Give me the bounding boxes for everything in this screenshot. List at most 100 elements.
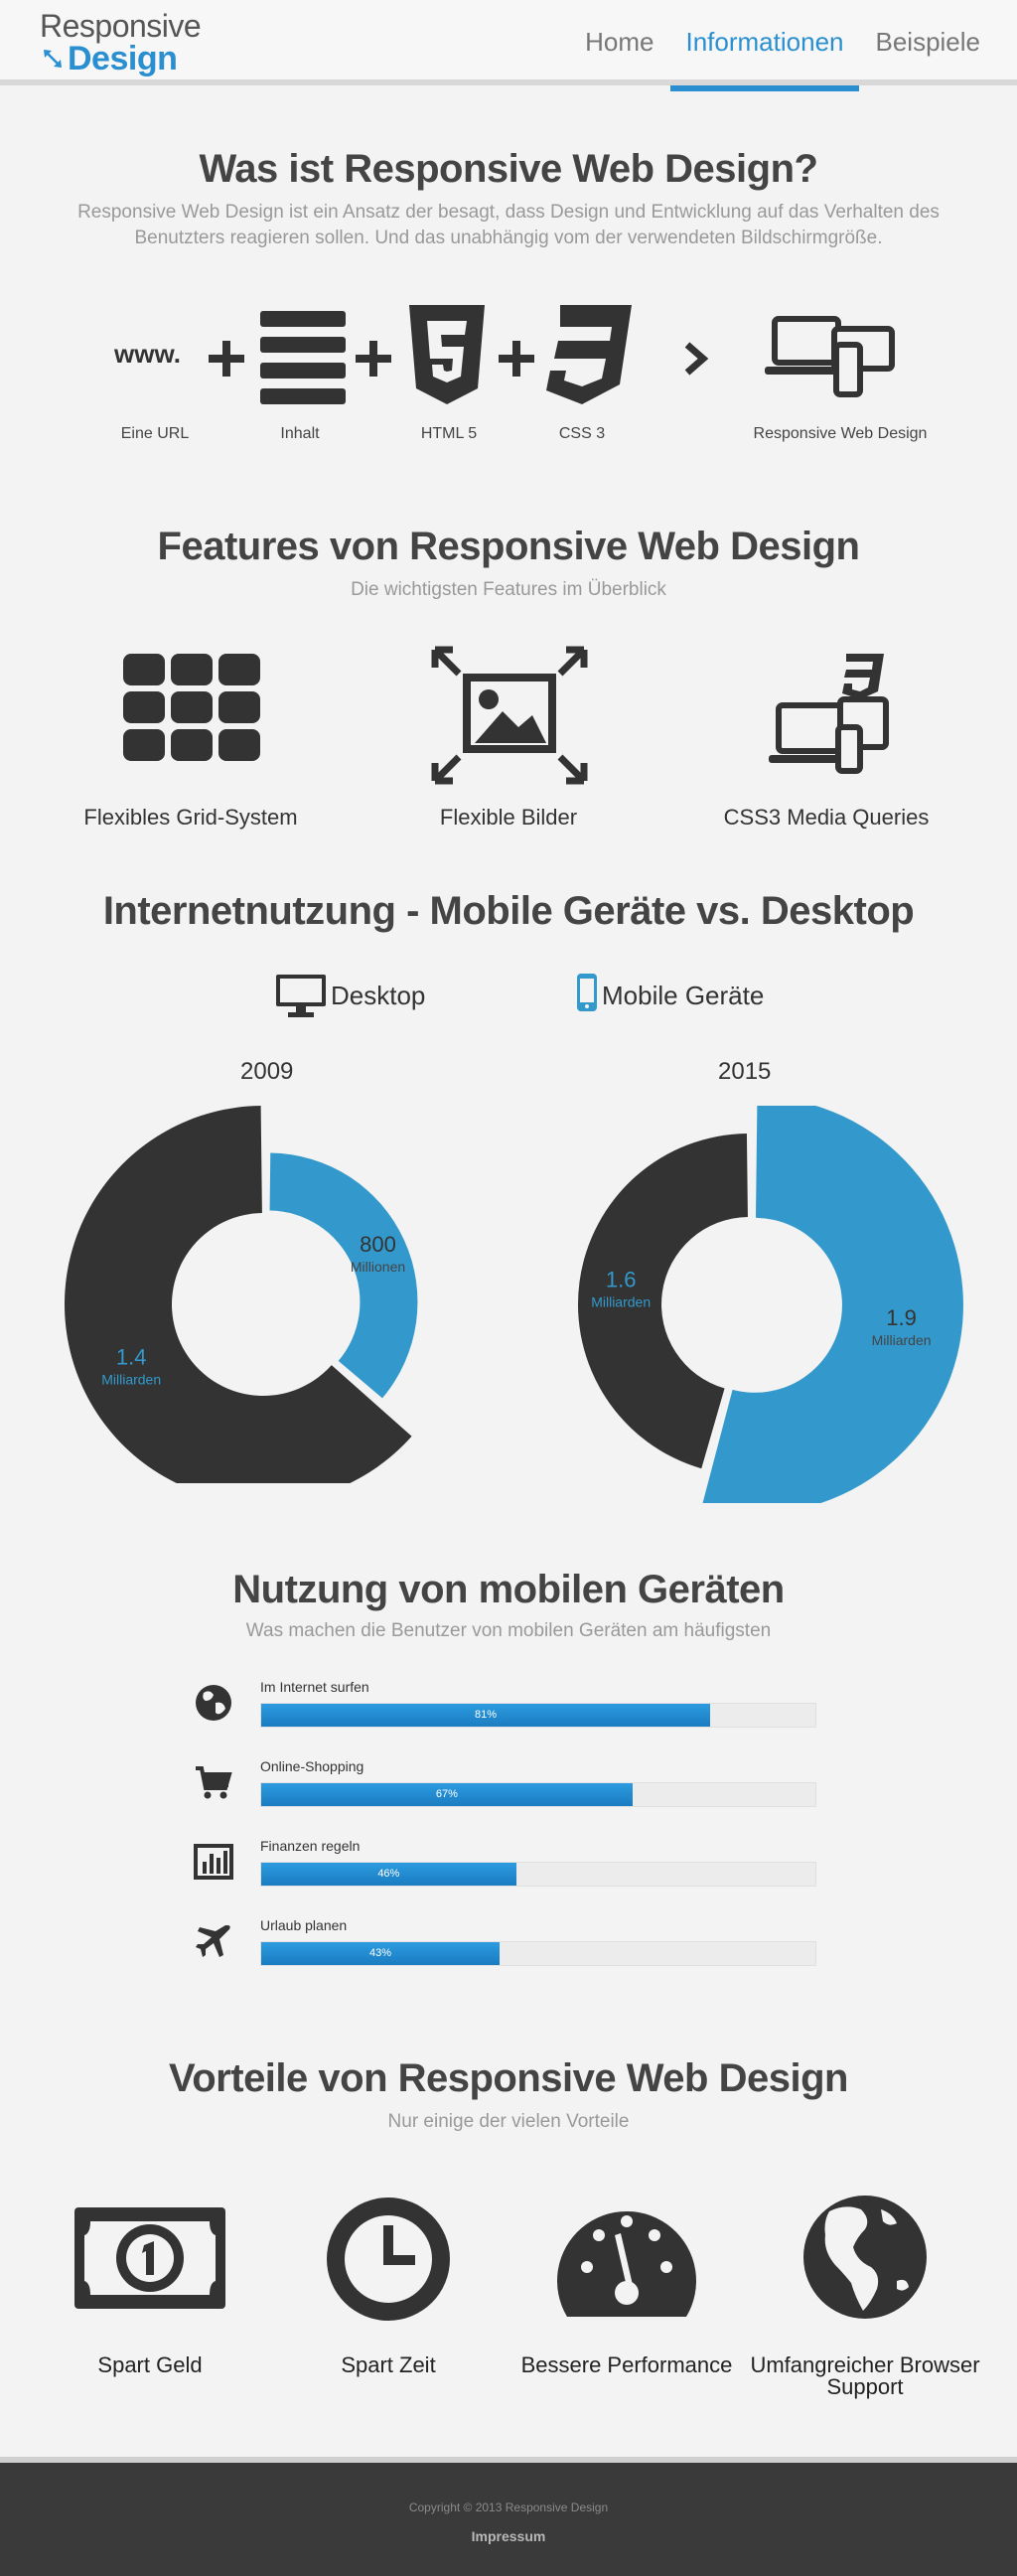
usage-title: Internetnutzung - Mobile Geräte vs. Desk…	[102, 889, 915, 933]
advantage-item: Umfangreicher Browser Support	[746, 2186, 984, 2398]
resize-arrow-icon	[44, 50, 62, 68]
main-nav: Home Informationen Beispiele	[569, 0, 1017, 91]
impressum-link[interactable]: Impressum	[472, 2528, 546, 2544]
www-text: www.	[114, 339, 181, 369]
logo-text-bottom: Design	[68, 40, 178, 77]
plus-icon	[209, 341, 244, 377]
content-lines-icon	[260, 311, 346, 404]
globe-icon	[803, 2196, 927, 2319]
desktop-icon	[276, 975, 326, 1017]
advantages-title: Vorteile von Responsive Web Design	[169, 2056, 848, 2100]
bar-track: 81%	[260, 1703, 816, 1728]
advantage-item: Spart Zeit	[269, 2186, 508, 2376]
css3-icon	[546, 305, 632, 404]
bar-label: Finanzen regeln	[260, 1838, 361, 1854]
advantage-label: Bessere Performance	[520, 2352, 733, 2377]
equation-label-inhalt: Inhalt	[280, 425, 320, 442]
arrow-right-icon	[684, 342, 709, 376]
devices-icon	[765, 316, 895, 397]
bar-label: Urlaub planen	[260, 1917, 348, 1933]
footer: Copyright © 2013 Responsive Design Impre…	[0, 2457, 1017, 2576]
mobile-phone-icon	[577, 974, 597, 1011]
equation-label-css3: CSS 3	[558, 425, 606, 442]
speedometer-icon	[557, 2210, 696, 2317]
intro-section: Was ist Responsive Web Design? Responsiv…	[0, 147, 1017, 442]
money-icon	[74, 2207, 225, 2309]
donut-value-label: 1.9	[886, 1305, 917, 1330]
bar-track: 67%	[260, 1782, 816, 1807]
donut-chart-2009: 800 Millionen 1.4 Milliarden	[65, 1106, 418, 1483]
bar-row: Im Internet surfen 81%	[194, 1677, 829, 1756]
donut-chart-2015: 1.9 Milliarden 1.6 Milliarden	[578, 1106, 963, 1503]
equation-row: www.	[0, 301, 1017, 420]
bar-track: 46%	[260, 1862, 816, 1887]
intro-title: Was ist Responsive Web Design?	[199, 147, 818, 191]
advantage-label: Spart Zeit	[341, 2352, 436, 2377]
logo[interactable]: Responsive Design	[40, 8, 202, 77]
equation-label-rwd: Responsive Web Design	[753, 425, 928, 442]
chart-icon	[194, 1844, 233, 1880]
donut-unit-label: Millionen	[351, 1259, 405, 1275]
feature-grid: Flexibles Grid-System	[42, 644, 340, 831]
feature-images: Flexible Bilder	[360, 644, 657, 831]
bar-fill: 46%	[261, 1863, 516, 1886]
donut-value-label: 800	[360, 1232, 396, 1257]
features-subtitle: Die wichtigsten Features im Überblick	[351, 579, 666, 600]
bar-label: Im Internet surfen	[260, 1679, 369, 1695]
copyright: Copyright © 2013 Responsive Design	[408, 2500, 609, 2514]
advantage-label: Spart Geld	[97, 2352, 203, 2377]
donut-slice-mobile	[269, 1152, 418, 1399]
plus-icon	[499, 341, 534, 377]
donut-slice-desktop	[65, 1106, 412, 1483]
feature-media-queries: CSS3 Media Queries	[677, 644, 975, 831]
cart-icon	[196, 1766, 232, 1799]
nav-item-beispiele[interactable]: Beispiele	[859, 0, 1017, 85]
advantage-item: Spart Geld	[31, 2186, 269, 2376]
mobile-usage-title: Nutzung von mobilen Geräten	[232, 1568, 785, 1611]
legend-mobile: Mobile Geräte	[602, 981, 765, 1010]
features-title: Features von Responsive Web Design	[157, 525, 860, 568]
nav-item-home[interactable]: Home	[569, 0, 669, 85]
header: Responsive Design Home Informationen Bei…	[0, 0, 1017, 91]
bar-track: 43%	[260, 1941, 816, 1966]
bar-fill: 67%	[261, 1783, 633, 1806]
advantages-subtitle: Nur einige der vielen Vorteile	[387, 2111, 630, 2132]
feature-label: CSS3 Media Queries	[723, 805, 930, 830]
year-2009: 2009	[240, 1058, 294, 1085]
plane-icon	[196, 1925, 230, 1957]
globe-icon	[196, 1685, 231, 1721]
feature-label: Flexibles Grid-System	[83, 805, 298, 830]
legend-desktop: Desktop	[331, 981, 426, 1010]
bar-fill: 43%	[261, 1942, 500, 1965]
advantage-label: Umfangreicher Browser Support	[750, 2352, 980, 2399]
bar-label: Online-Shopping	[260, 1758, 364, 1774]
year-2015: 2015	[718, 1058, 772, 1085]
advantages-section: Vorteile von Responsive Web Design Nur e…	[0, 2056, 1017, 2398]
nav-item-informationen[interactable]: Informationen	[669, 0, 860, 91]
page: Responsive Design Home Informationen Bei…	[0, 0, 1017, 2576]
donut-value-label: 1.6	[606, 1268, 637, 1292]
bar-row: Online-Shopping 67%	[194, 1756, 829, 1836]
usage-section: Internetnutzung - Mobile Geräte vs. Desk…	[0, 889, 1017, 1503]
image-expand-icon	[431, 646, 588, 785]
mobile-usage-subtitle: Was machen die Benutzer von mobilen Gerä…	[245, 1620, 772, 1641]
clock-icon	[327, 2197, 450, 2321]
bar-row: Finanzen regeln 46%	[194, 1836, 829, 1915]
equation-label-url: Eine URL	[120, 425, 190, 442]
donut-value-label: 1.4	[116, 1345, 147, 1370]
usage-bars: Im Internet surfen 81% Online-Shopping 6…	[194, 1677, 829, 1995]
grid-icon	[123, 654, 260, 761]
intro-text: Responsive Web Design ist ein Ansatz der…	[77, 202, 940, 248]
donut-unit-label: Milliarden	[872, 1332, 932, 1348]
plus-icon	[356, 341, 391, 377]
feature-label: Flexible Bilder	[439, 805, 578, 830]
features-section: Features von Responsive Web Design Die w…	[0, 525, 1017, 830]
legend: Desktop Mobile Geräte	[0, 969, 1017, 1018]
bar-fill: 81%	[261, 1704, 710, 1727]
donut-unit-label: Milliarden	[591, 1294, 651, 1310]
bar-row: Urlaub planen 43%	[194, 1915, 829, 1995]
mobile-usage-section: Nutzung von mobilen Geräten Was machen d…	[0, 1568, 1017, 1966]
html5-icon	[409, 305, 485, 404]
devices-css3-icon	[769, 654, 889, 774]
advantage-item: Bessere Performance	[508, 2186, 746, 2376]
